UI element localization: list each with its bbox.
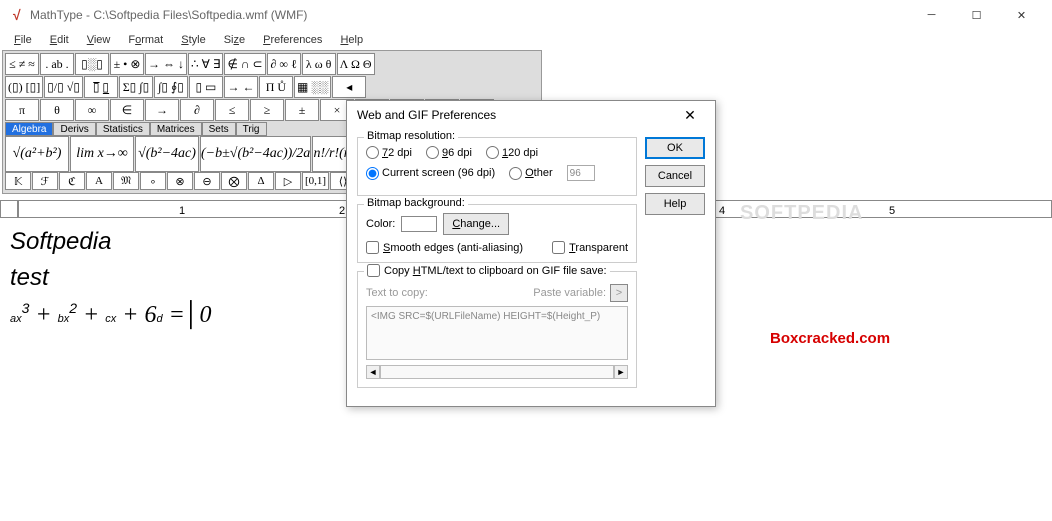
scroll-right[interactable]: ► bbox=[614, 365, 628, 379]
toolbar-cell[interactable]: Π Ů bbox=[259, 76, 293, 98]
app-icon: √ bbox=[8, 7, 24, 23]
radio-current-screen[interactable]: Current screen (96 dpi) bbox=[366, 167, 495, 180]
toolbar-cell[interactable]: ⊗ bbox=[167, 172, 193, 190]
window-title: MathType - C:\Softpedia Files\Softpedia.… bbox=[30, 8, 307, 22]
tab-trig[interactable]: Trig bbox=[236, 122, 267, 136]
toolbar-cell[interactable]: ± • ⊗ bbox=[110, 53, 144, 75]
toolbar-cell[interactable]: ∈ bbox=[110, 99, 144, 121]
change-color-button[interactable]: Change... bbox=[443, 213, 509, 235]
radio-96dpi[interactable]: 96 dpi bbox=[426, 146, 472, 159]
toolbar-cell[interactable]: → ⇔ ↓ bbox=[145, 53, 187, 75]
web-gif-preferences-dialog: Web and GIF Preferences ✕ Bitmap resolut… bbox=[346, 100, 716, 407]
toolbar-cell[interactable]: ≤ bbox=[215, 99, 249, 121]
tab-algebra[interactable]: Algebra bbox=[5, 122, 53, 136]
toolbar-cell[interactable]: . ab . bbox=[40, 53, 74, 75]
titlebar: √ MathType - C:\Softpedia Files\Softpedi… bbox=[0, 0, 1052, 30]
tab-sets[interactable]: Sets bbox=[202, 122, 236, 136]
color-label: Color: bbox=[366, 218, 395, 230]
toolbar-cell[interactable]: π bbox=[5, 99, 39, 121]
close-button[interactable]: ✕ bbox=[999, 1, 1044, 29]
minimize-button[interactable]: ─ bbox=[909, 1, 954, 29]
menubar: File Edit View Format Style Size Prefere… bbox=[0, 30, 1052, 50]
tab-derivs[interactable]: Derivs bbox=[53, 122, 95, 136]
color-swatch bbox=[401, 216, 437, 232]
menu-style[interactable]: Style bbox=[173, 32, 213, 48]
paste-variable-label: Paste variable: bbox=[533, 287, 606, 299]
help-button[interactable]: Help bbox=[645, 193, 705, 215]
toolbar-cell[interactable]: ⊖ bbox=[194, 172, 220, 190]
menu-size[interactable]: Size bbox=[216, 32, 253, 48]
menu-help[interactable]: Help bbox=[332, 32, 371, 48]
radio-120dpi[interactable]: 120 dpi bbox=[486, 146, 538, 159]
menu-preferences[interactable]: Preferences bbox=[255, 32, 330, 48]
menu-view[interactable]: View bbox=[79, 32, 119, 48]
menu-format[interactable]: Format bbox=[120, 32, 171, 48]
maximize-button[interactable]: ☐ bbox=[954, 1, 999, 29]
cancel-button[interactable]: Cancel bbox=[645, 165, 705, 187]
copy-html-checkbox[interactable]: Copy HTML/text to clipboard on GIF file … bbox=[364, 264, 610, 277]
softpedia-watermark: SOFTPEDIA bbox=[740, 202, 863, 225]
toolbar-cell[interactable]: ▯░▯ bbox=[75, 53, 109, 75]
other-dpi-input[interactable] bbox=[567, 165, 595, 181]
toolbar-cell[interactable]: ⨂ bbox=[221, 172, 247, 190]
tab-matrices[interactable]: Matrices bbox=[150, 122, 202, 136]
template-cell[interactable]: √(a²+b²) bbox=[5, 136, 69, 172]
dialog-title: Web and GIF Preferences bbox=[357, 108, 496, 122]
ruler-toggle[interactable] bbox=[0, 200, 18, 218]
smooth-edges-checkbox[interactable]: Smooth edges (anti-aliasing) bbox=[366, 241, 523, 254]
toolbar-cell[interactable]: ∞ bbox=[75, 99, 109, 121]
toolbar-cell[interactable]: ∫▯ ∮▯ bbox=[154, 76, 188, 98]
toolbar-cell[interactable]: Σ▯ ∫▯ bbox=[119, 76, 153, 98]
menu-file[interactable]: File bbox=[6, 32, 40, 48]
template-cell[interactable]: √(b²−4ac) bbox=[135, 136, 199, 172]
toolbar-cell[interactable]: ℭ bbox=[59, 172, 85, 190]
bitmap-background-group: Bitmap background: Color: Change... Smoo… bbox=[357, 204, 637, 263]
toolbar-cell[interactable]: ≤ ≠ ≈ bbox=[5, 53, 39, 75]
toolbar-cell[interactable]: ∂ ∞ ℓ bbox=[267, 53, 301, 75]
toolbar-cell[interactable]: A bbox=[86, 172, 112, 190]
radio-72dpi[interactable]: 72 dpi bbox=[366, 146, 412, 159]
scroll-track[interactable] bbox=[380, 365, 614, 379]
radio-other[interactable]: Other bbox=[509, 167, 553, 180]
toolbar-cell[interactable]: (▯) [▯] bbox=[5, 76, 43, 98]
toolbar-cell[interactable]: Δ bbox=[248, 172, 274, 190]
template-cell[interactable]: (−b±√(b²−4ac))/2a bbox=[200, 136, 311, 172]
bitmap-resolution-label: Bitmap resolution: bbox=[364, 130, 458, 142]
html-text-textarea[interactable]: <IMG SRC=$(URLFileName) HEIGHT=$(Height_… bbox=[366, 306, 628, 360]
ok-button[interactable]: OK bbox=[645, 137, 705, 159]
toolbar-cell[interactable]: ∉ ∩ ⊂ bbox=[224, 53, 265, 75]
toolbar-cell[interactable]: ∴ ∀ ∃ bbox=[188, 53, 223, 75]
tab-statistics[interactable]: Statistics bbox=[96, 122, 150, 136]
paste-variable-button[interactable]: > bbox=[610, 284, 628, 302]
toolbar-cell[interactable]: → ← bbox=[224, 76, 258, 98]
scroll-left[interactable]: ◄ bbox=[366, 365, 380, 379]
toolbar-cell[interactable]: ∂ bbox=[180, 99, 214, 121]
toolbar-cell[interactable]: → bbox=[145, 99, 179, 121]
toolbar-cell[interactable]: ◂ bbox=[332, 76, 366, 98]
toolbar-cell[interactable]: ≥ bbox=[250, 99, 284, 121]
toolbar-cell[interactable]: 𝕂 bbox=[5, 172, 31, 190]
toolbar-cell[interactable]: ▯/▯ √▯ bbox=[44, 76, 83, 98]
boxcracked-watermark: Boxcracked.com bbox=[770, 330, 890, 347]
template-cell[interactable]: lim x→∞ bbox=[70, 136, 134, 172]
bitmap-background-label: Bitmap background: bbox=[364, 197, 468, 209]
toolbar-cell[interactable]: ± bbox=[285, 99, 319, 121]
dialog-close-button[interactable]: ✕ bbox=[675, 103, 705, 127]
toolbar-cell[interactable]: 𝔐 bbox=[113, 172, 139, 190]
toolbar-cell[interactable]: ▷ bbox=[275, 172, 301, 190]
transparent-checkbox[interactable]: Transparent bbox=[552, 241, 628, 254]
toolbar-cell[interactable]: ▯ ▭ bbox=[189, 76, 223, 98]
text-to-copy-label: Text to copy: bbox=[366, 287, 428, 299]
toolbar-cell[interactable]: Λ Ω Θ bbox=[337, 53, 375, 75]
toolbar-cell[interactable]: ∘ bbox=[140, 172, 166, 190]
toolbar-cell[interactable]: ℱ bbox=[32, 172, 58, 190]
toolbar-cell[interactable]: λ ω θ bbox=[302, 53, 336, 75]
bitmap-resolution-group: Bitmap resolution: 72 dpi 96 dpi 120 dpi… bbox=[357, 137, 637, 196]
toolbar-cell[interactable]: θ bbox=[40, 99, 74, 121]
toolbar-cell[interactable]: [0,1] bbox=[302, 172, 329, 190]
toolbar-cell[interactable]: ▯̅ ▯̲ bbox=[84, 76, 118, 98]
copy-html-group: Copy HTML/text to clipboard on GIF file … bbox=[357, 271, 637, 388]
menu-edit[interactable]: Edit bbox=[42, 32, 77, 48]
toolbar-cell[interactable]: ▦ ░░ bbox=[294, 76, 331, 98]
